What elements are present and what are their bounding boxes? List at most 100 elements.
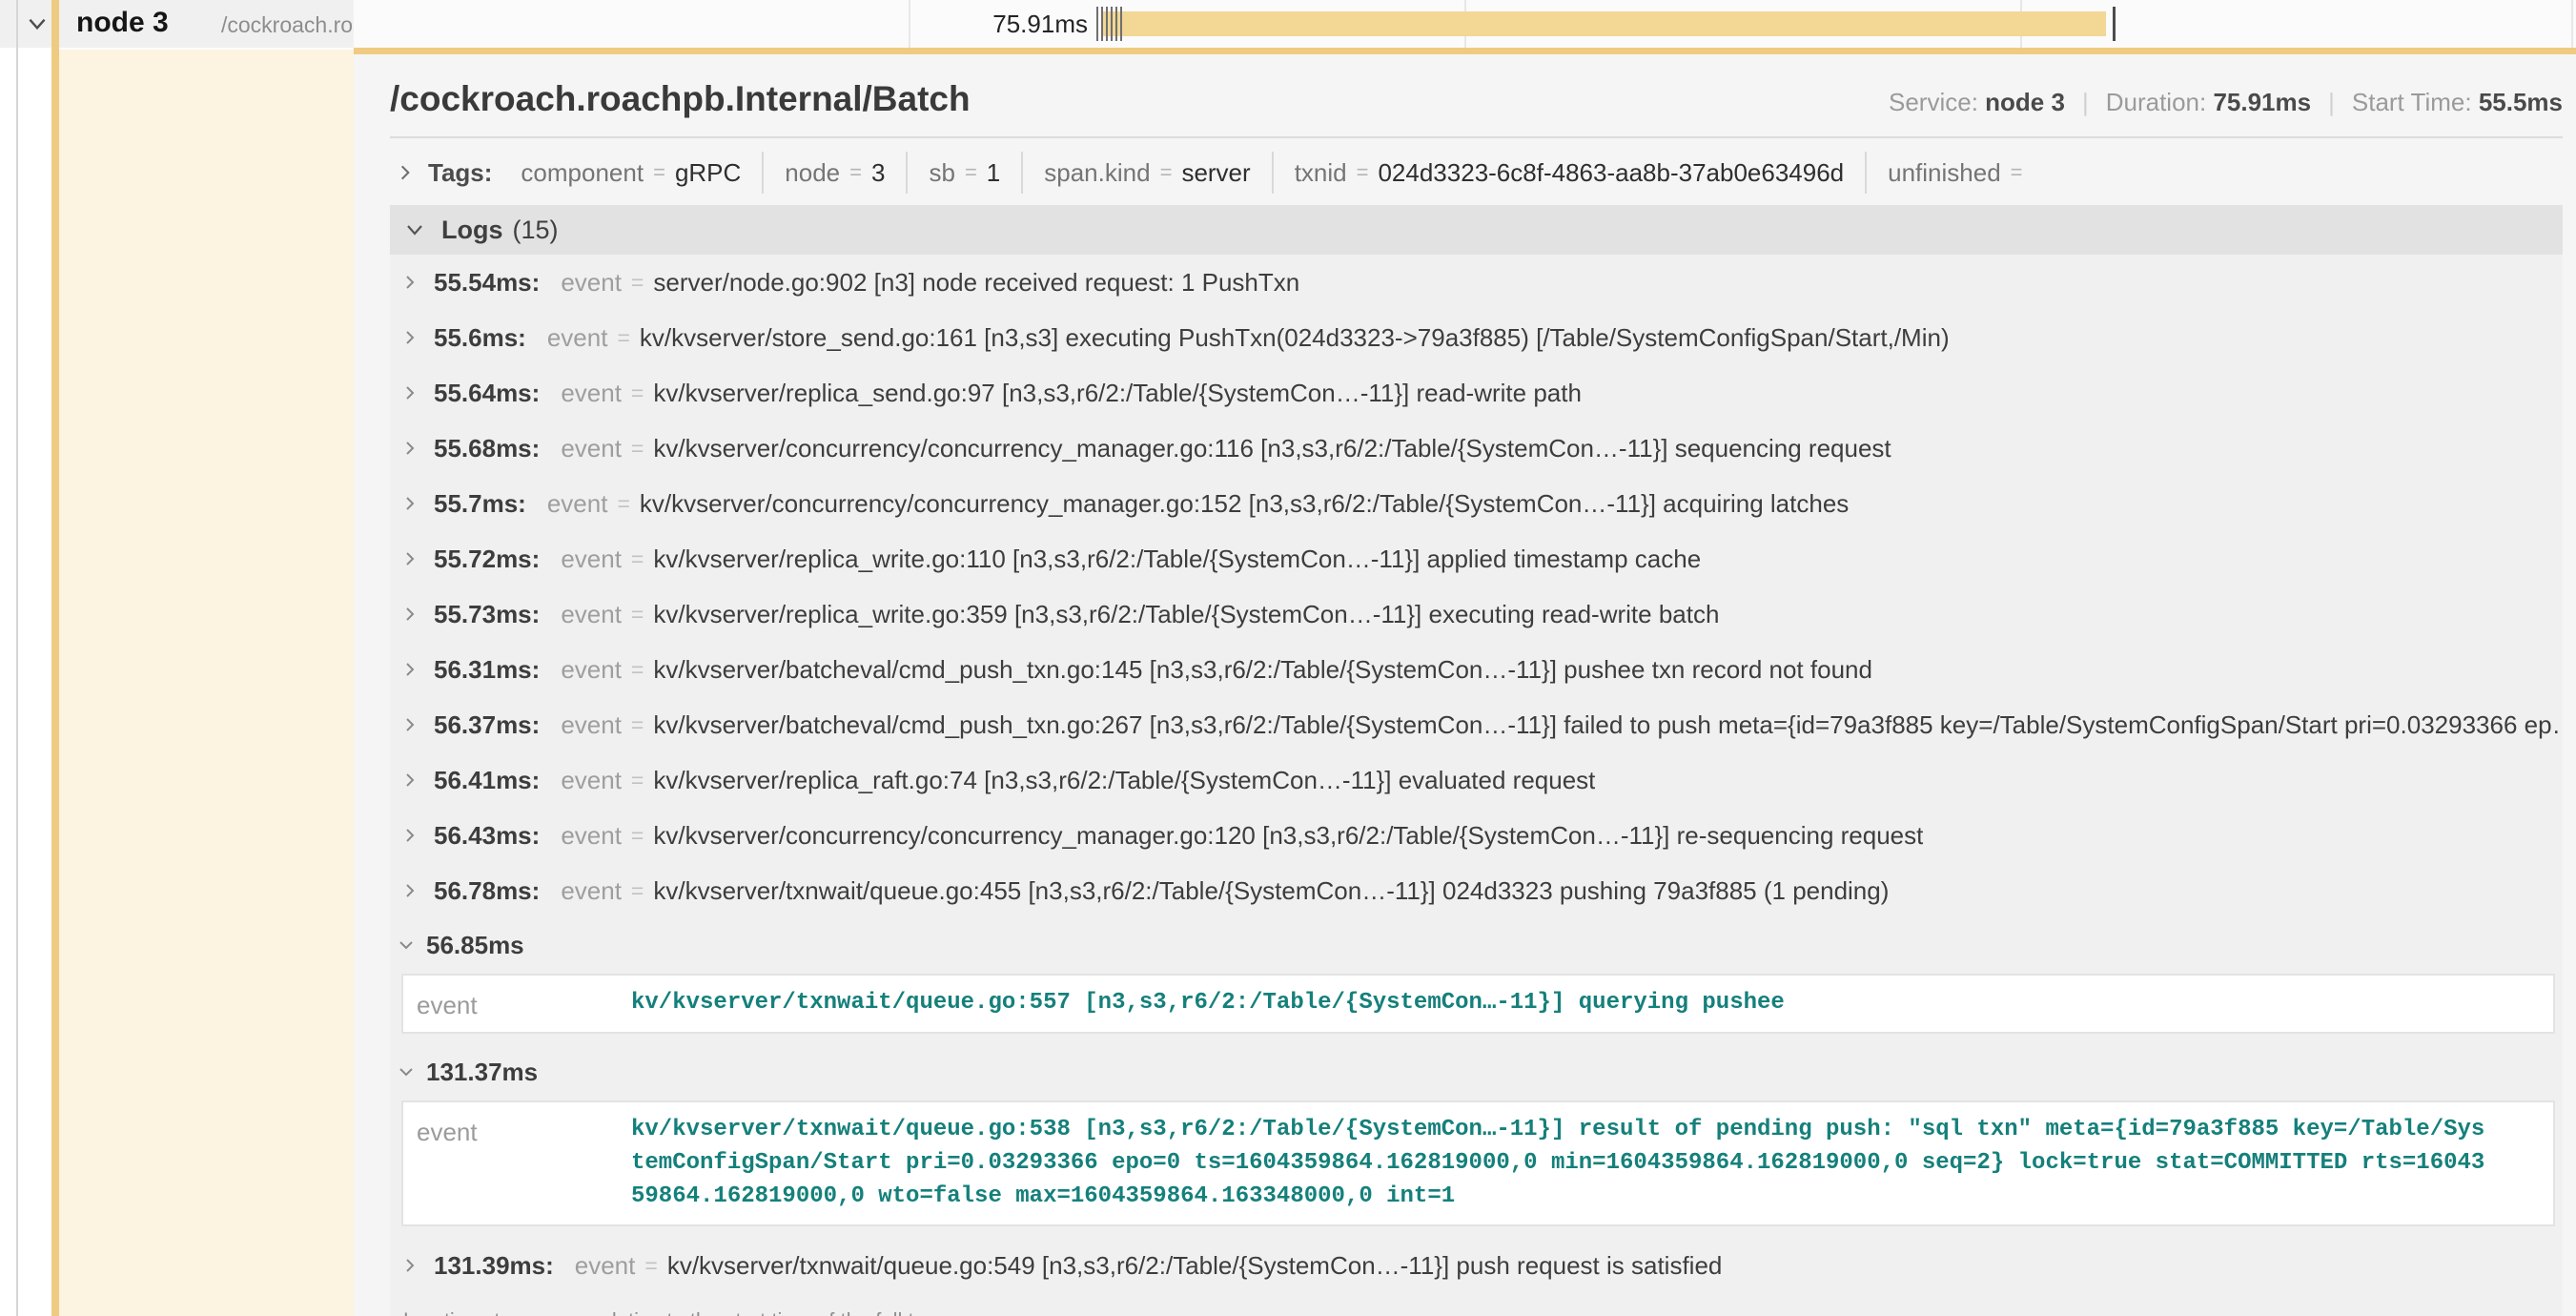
log-timestamp: 55.7ms: xyxy=(434,489,526,519)
log-field-key: event xyxy=(561,655,622,685)
log-message: kv/kvserver/concurrency/concurrency_mana… xyxy=(653,821,1923,851)
log-field-key: event xyxy=(575,1251,636,1281)
log-timestamp: 56.31ms: xyxy=(434,655,540,685)
tag-value: 1 xyxy=(987,158,1000,188)
tag-key: unfinished xyxy=(1888,158,2001,188)
tag-item: txnid=024d3323-6c8f-4863-aa8b-37ab0e6349… xyxy=(1272,152,1865,194)
log-row[interactable]: 56.41ms: event = kv/kvserver/replica_raf… xyxy=(390,752,2563,808)
log-message: kv/kvserver/concurrency/concurrency_mana… xyxy=(640,489,1849,519)
log-timestamp: 55.72ms: xyxy=(434,545,540,574)
timeline-ruler[interactable]: 75.91ms xyxy=(354,0,2576,48)
tag-value: server xyxy=(1181,158,1250,188)
log-row[interactable]: 56.37ms: event = kv/kvserver/batcheval/c… xyxy=(390,697,2563,752)
equals-sign: = xyxy=(631,657,644,683)
log-row[interactable]: 56.78ms: event = kv/kvserver/txnwait/que… xyxy=(390,863,2563,918)
start-time-value: 55.5ms xyxy=(2479,88,2563,116)
log-marker-icon xyxy=(1120,7,1122,41)
equals-sign: = xyxy=(849,160,862,185)
log-row-expanded-header[interactable]: 56.85ms xyxy=(390,918,2563,972)
chevron-right-icon xyxy=(401,440,419,457)
detail-row-highlight xyxy=(59,50,354,1316)
log-row[interactable]: 55.68ms: event = kv/kvserver/concurrency… xyxy=(390,421,2563,476)
log-timestamp: 55.6ms: xyxy=(434,323,526,353)
span-duration-bar[interactable] xyxy=(1101,11,2106,36)
chevron-right-icon xyxy=(396,163,415,182)
log-timestamp: 55.64ms: xyxy=(434,379,540,408)
log-timestamp: 131.39ms: xyxy=(434,1251,554,1281)
log-message: kv/kvserver/batcheval/cmd_push_txn.go:26… xyxy=(653,710,2563,740)
log-timestamp: 56.78ms: xyxy=(434,876,540,906)
chevron-right-icon xyxy=(401,661,419,678)
log-marker-icon xyxy=(1115,7,1117,41)
equals-sign: = xyxy=(617,325,629,351)
start-time-label: Start Time: xyxy=(2352,88,2472,116)
log-timestamp: 56.43ms: xyxy=(434,821,540,851)
equals-sign: = xyxy=(617,491,629,517)
chevron-right-icon xyxy=(401,384,419,401)
log-field-key: event xyxy=(561,710,622,740)
log-message: kv/kvserver/txnwait/queue.go:549 [n3,s3,… xyxy=(667,1251,1723,1281)
log-timestamp: 56.37ms: xyxy=(434,710,540,740)
log-row[interactable]: 55.6ms: event = kv/kvserver/store_send.g… xyxy=(390,310,2563,365)
equals-sign: = xyxy=(644,1253,657,1279)
log-marker-icon xyxy=(1106,7,1108,41)
chevron-right-icon xyxy=(401,550,419,567)
log-field-value: kv/kvserver/txnwait/queue.go:557 [n3,s3,… xyxy=(631,987,2490,1020)
tags-accordion[interactable]: Tags: component=gRPC node=3 sb=1 span.ki… xyxy=(390,148,2563,197)
log-row-expanded-header[interactable]: 131.37ms xyxy=(390,1045,2563,1099)
separator: | xyxy=(2082,88,2089,116)
tag-key: node xyxy=(785,158,840,188)
log-row[interactable]: 55.72ms: event = kv/kvserver/replica_wri… xyxy=(390,531,2563,586)
equals-sign: = xyxy=(965,160,977,185)
log-message: kv/kvserver/batcheval/cmd_push_txn.go:14… xyxy=(653,655,1872,685)
log-row[interactable]: 55.54ms: event = server/node.go:902 [n3]… xyxy=(390,255,2563,310)
tag-key: span.kind xyxy=(1044,158,1150,188)
log-marker-icon xyxy=(1096,7,1098,41)
log-row[interactable]: 56.43ms: event = kv/kvserver/concurrency… xyxy=(390,808,2563,863)
chevron-right-icon xyxy=(401,882,419,899)
log-row[interactable]: 56.31ms: event = kv/kvserver/batcheval/c… xyxy=(390,642,2563,697)
duration-label: Duration: xyxy=(2106,88,2207,116)
chevron-down-icon xyxy=(398,936,415,954)
equals-sign: = xyxy=(653,160,665,185)
tag-item: node=3 xyxy=(762,152,906,194)
equals-sign: = xyxy=(631,712,644,738)
chevron-down-icon xyxy=(398,1063,415,1080)
log-field-key: event xyxy=(561,545,622,574)
log-field-key: event xyxy=(561,268,622,298)
tree-indent-guide xyxy=(16,0,18,1316)
log-row[interactable]: 131.39ms: event = kv/kvserver/txnwait/qu… xyxy=(390,1238,2563,1293)
log-message: kv/kvserver/txnwait/queue.go:455 [n3,s3,… xyxy=(653,876,1889,906)
log-message: kv/kvserver/store_send.go:161 [n3,s3] ex… xyxy=(640,323,1950,353)
ruler-gridline xyxy=(2571,0,2573,48)
tag-item: component=gRPC xyxy=(500,152,762,194)
log-field-key: event xyxy=(547,489,608,519)
log-message: kv/kvserver/replica_write.go:359 [n3,s3,… xyxy=(653,600,1719,629)
chevron-right-icon xyxy=(401,274,419,291)
separator: | xyxy=(2328,88,2335,116)
chevron-right-icon xyxy=(401,606,419,623)
span-bar-row: node 3 /cockroach.roach… 75.91ms xyxy=(0,0,2576,48)
detail-header: /cockroach.roachpb.Internal/Batch Servic… xyxy=(390,54,2563,119)
log-row[interactable]: 55.64ms: event = kv/kvserver/replica_sen… xyxy=(390,365,2563,421)
duration-value: 75.91ms xyxy=(2213,88,2311,116)
span-color-accent xyxy=(51,0,59,1316)
log-field-value: kv/kvserver/txnwait/queue.go:538 [n3,s3,… xyxy=(631,1114,2490,1213)
log-timestamp: 56.41ms: xyxy=(434,766,540,795)
log-field-key: event xyxy=(547,323,608,353)
log-message: kv/kvserver/replica_write.go:110 [n3,s3,… xyxy=(653,545,1701,574)
log-row[interactable]: 55.73ms: event = kv/kvserver/replica_wri… xyxy=(390,586,2563,642)
chevron-down-icon xyxy=(403,218,426,241)
log-timestamp: 55.73ms: xyxy=(434,600,540,629)
log-message: server/node.go:902 [n3] node received re… xyxy=(653,268,1299,298)
tag-item: unfinished= xyxy=(1865,152,2053,194)
log-message: kv/kvserver/concurrency/concurrency_mana… xyxy=(653,434,1891,463)
log-field-key: event xyxy=(561,821,622,851)
log-marker-icon xyxy=(2113,7,2116,41)
chevron-right-icon xyxy=(401,329,419,346)
log-marker-icon xyxy=(1101,7,1103,41)
logs-accordion-header[interactable]: Logs (15) xyxy=(390,205,2563,255)
log-field-key: event xyxy=(561,434,622,463)
log-row[interactable]: 55.7ms: event = kv/kvserver/concurrency/… xyxy=(390,476,2563,531)
equals-sign: = xyxy=(1357,160,1369,185)
